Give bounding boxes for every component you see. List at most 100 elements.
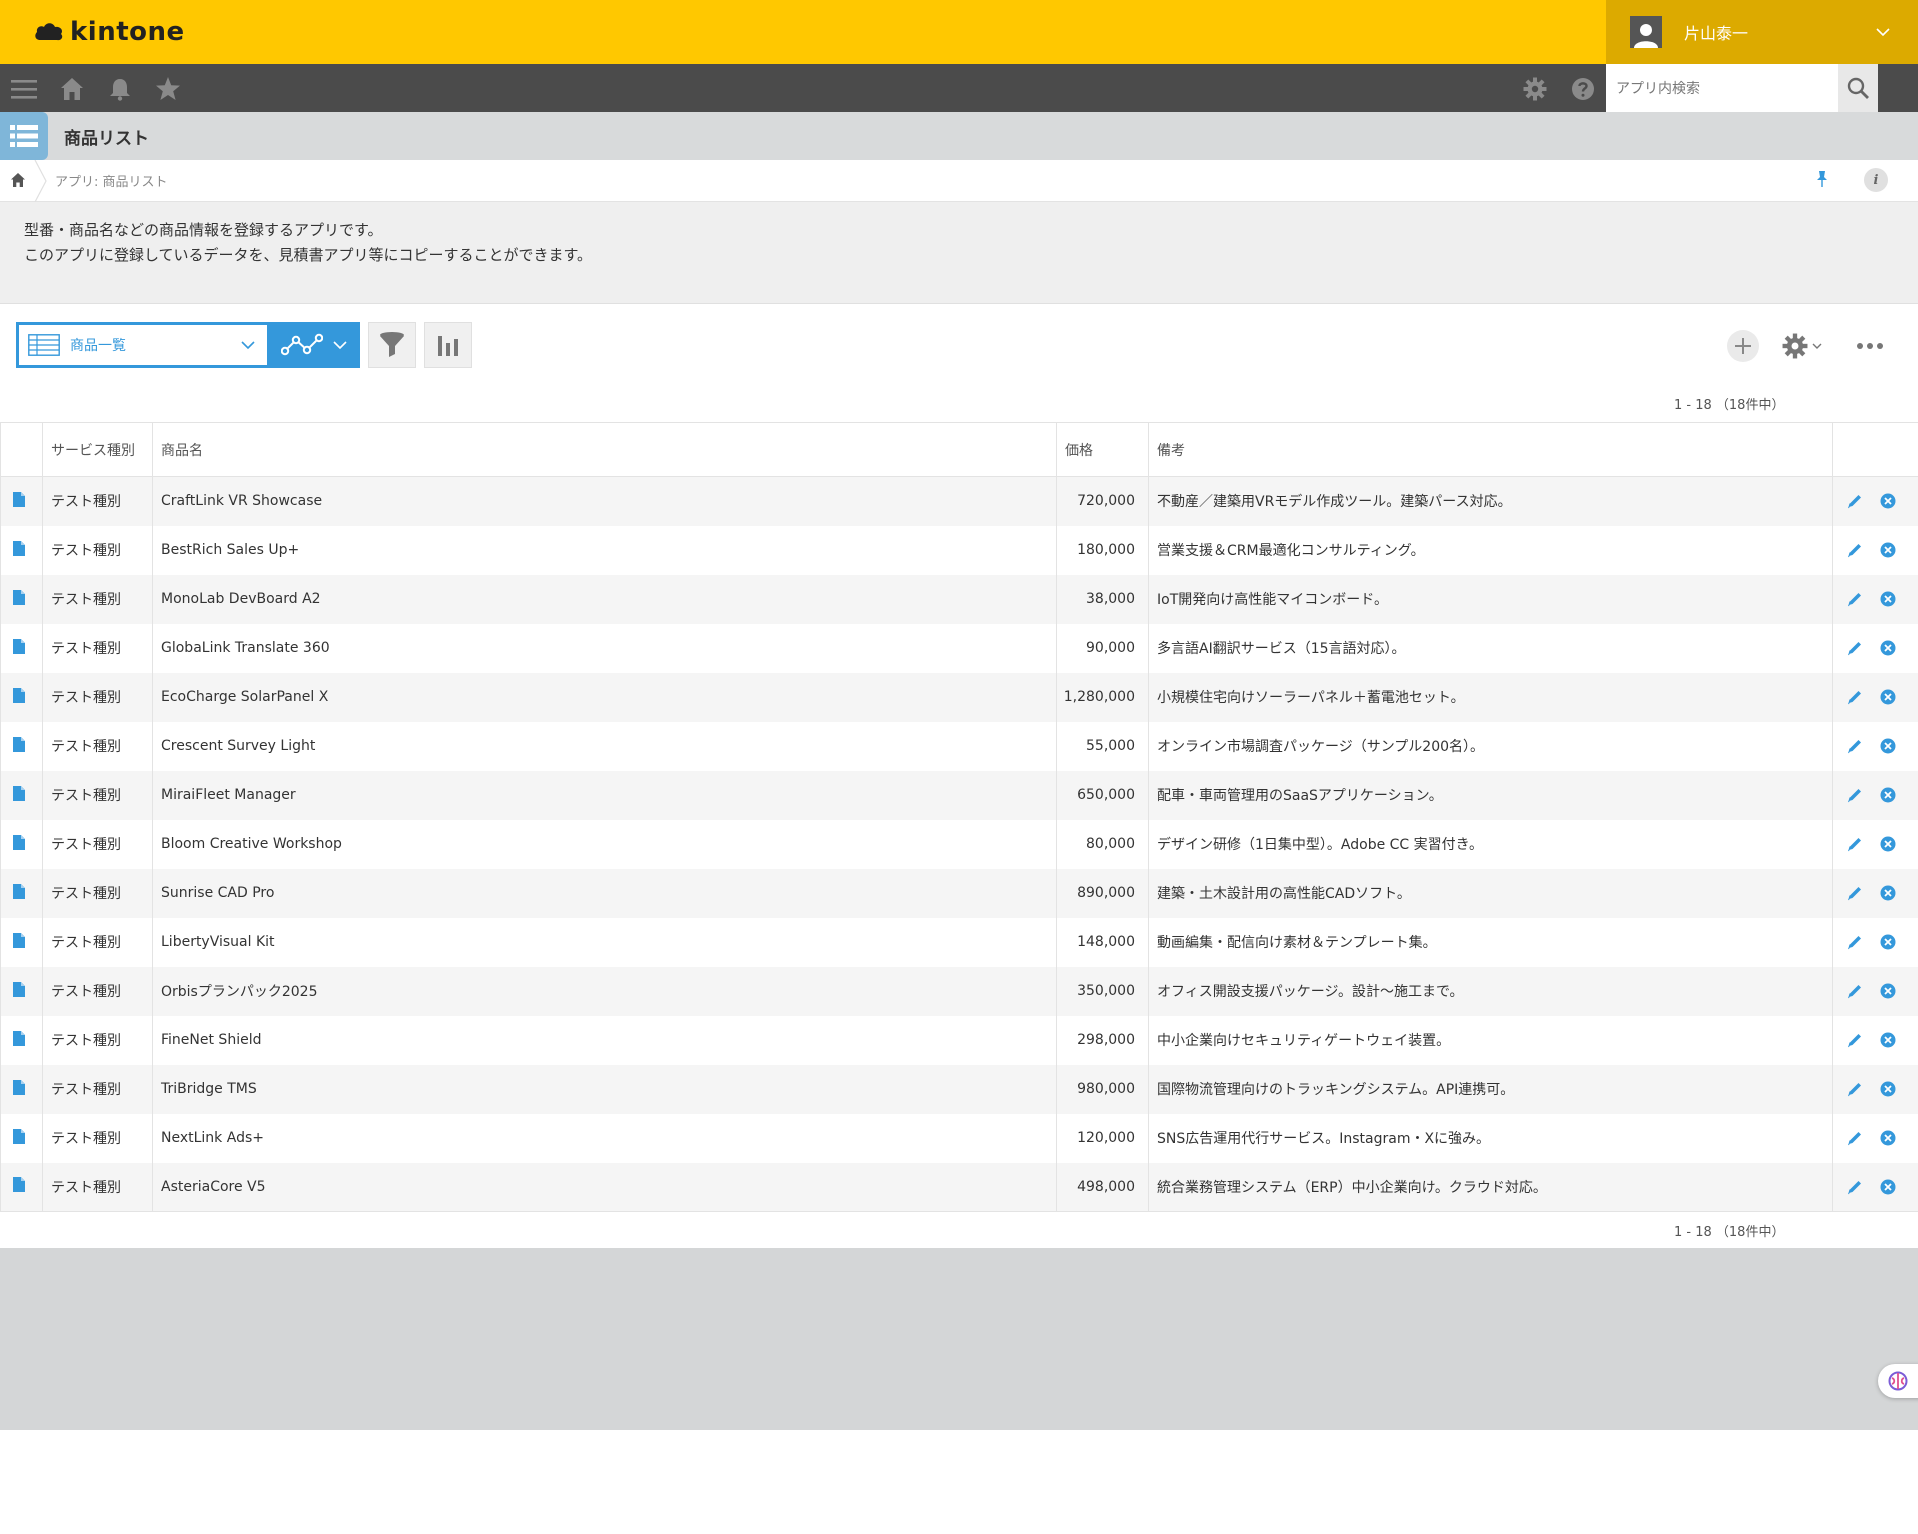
close-icon[interactable] xyxy=(1880,689,1896,705)
close-icon[interactable] xyxy=(1880,983,1896,999)
detail-cell[interactable] xyxy=(0,525,43,575)
search-button[interactable] xyxy=(1838,64,1878,112)
record-detail-icon[interactable] xyxy=(13,491,25,507)
breadcrumb-app-link[interactable]: アプリ: 商品リスト xyxy=(55,171,168,190)
assistant-button[interactable] xyxy=(1878,1364,1918,1398)
column-header-notes[interactable]: 備考 xyxy=(1148,422,1833,477)
pencil-icon[interactable] xyxy=(1847,591,1863,607)
pencil-icon[interactable] xyxy=(1847,885,1863,901)
close-icon[interactable] xyxy=(1880,591,1896,607)
close-icon[interactable] xyxy=(1880,1179,1896,1195)
pencil-icon[interactable] xyxy=(1847,1179,1863,1195)
column-header-product-name[interactable]: 商品名 xyxy=(152,422,1057,477)
detail-cell[interactable] xyxy=(0,770,43,820)
pencil-icon[interactable] xyxy=(1847,983,1863,999)
app-settings-button[interactable] xyxy=(1782,331,1830,361)
record-detail-icon[interactable] xyxy=(13,1030,25,1046)
graph-button[interactable] xyxy=(424,322,472,368)
price-cell: 148,000 xyxy=(1056,917,1149,967)
kintone-logo[interactable]: kintone xyxy=(34,14,185,50)
detail-cell[interactable] xyxy=(0,574,43,624)
detail-cell[interactable] xyxy=(0,966,43,1016)
service-type-cell: テスト種別 xyxy=(42,476,153,526)
detail-cell[interactable] xyxy=(0,1015,43,1065)
record-detail-icon[interactable] xyxy=(13,932,25,948)
record-detail-icon[interactable] xyxy=(13,1079,25,1095)
more-options-button[interactable] xyxy=(1857,334,1883,358)
price-cell: 350,000 xyxy=(1056,966,1149,1016)
record-detail-icon[interactable] xyxy=(13,589,25,605)
actions-cell xyxy=(1832,623,1918,673)
record-detail-icon[interactable] xyxy=(13,1128,25,1144)
record-detail-icon[interactable] xyxy=(13,687,25,703)
column-header-service-type[interactable]: サービス種別 xyxy=(42,422,153,477)
detail-cell[interactable] xyxy=(0,917,43,967)
record-detail-icon[interactable] xyxy=(13,1177,25,1193)
gear-icon[interactable] xyxy=(1522,76,1548,102)
close-icon[interactable] xyxy=(1880,836,1896,852)
record-detail-icon[interactable] xyxy=(13,981,25,997)
record-detail-icon[interactable] xyxy=(13,540,25,556)
pencil-icon[interactable] xyxy=(1847,493,1863,509)
detail-cell[interactable] xyxy=(0,672,43,722)
close-icon[interactable] xyxy=(1880,542,1896,558)
close-icon[interactable] xyxy=(1880,738,1896,754)
pencil-icon[interactable] xyxy=(1847,1032,1863,1048)
pencil-icon[interactable] xyxy=(1847,787,1863,803)
add-record-button[interactable] xyxy=(1727,330,1759,362)
detail-cell[interactable] xyxy=(0,1113,43,1163)
home-icon[interactable] xyxy=(59,76,85,102)
close-icon[interactable] xyxy=(1880,787,1896,803)
service-type-cell: テスト種別 xyxy=(42,574,153,624)
close-icon[interactable] xyxy=(1880,934,1896,950)
actions-cell xyxy=(1832,819,1918,869)
pencil-icon[interactable] xyxy=(1847,934,1863,950)
menu-icon[interactable] xyxy=(11,76,37,102)
app-list-icon[interactable] xyxy=(0,112,48,160)
detail-cell[interactable] xyxy=(0,868,43,918)
pencil-icon[interactable] xyxy=(1847,1130,1863,1146)
table-row: テスト種別 Crescent Survey Light 55,000 オンライン… xyxy=(0,721,1918,771)
star-icon[interactable] xyxy=(155,76,181,102)
close-icon[interactable] xyxy=(1880,1032,1896,1048)
pencil-icon[interactable] xyxy=(1847,738,1863,754)
graph-view-button[interactable] xyxy=(268,322,360,368)
column-header-price[interactable]: 価格 xyxy=(1056,422,1149,477)
detail-cell[interactable] xyxy=(0,721,43,771)
detail-cell[interactable] xyxy=(0,623,43,673)
pencil-icon[interactable] xyxy=(1847,542,1863,558)
user-menu[interactable]: 片山泰一 xyxy=(1606,0,1918,64)
bell-icon[interactable] xyxy=(107,76,133,102)
home-icon[interactable] xyxy=(10,172,26,188)
info-icon[interactable]: i xyxy=(1864,168,1888,192)
detail-cell[interactable] xyxy=(0,1162,43,1212)
record-detail-icon[interactable] xyxy=(13,883,25,899)
detail-cell[interactable] xyxy=(0,1064,43,1114)
actions-cell xyxy=(1832,868,1918,918)
close-icon[interactable] xyxy=(1880,1130,1896,1146)
close-icon[interactable] xyxy=(1880,640,1896,656)
pencil-icon[interactable] xyxy=(1847,640,1863,656)
pencil-icon[interactable] xyxy=(1847,836,1863,852)
dot xyxy=(1857,343,1863,349)
record-detail-icon[interactable] xyxy=(13,638,25,654)
product-name-cell: CraftLink VR Showcase xyxy=(152,476,1057,526)
record-detail-icon[interactable] xyxy=(13,834,25,850)
close-icon[interactable] xyxy=(1880,885,1896,901)
detail-cell[interactable] xyxy=(0,476,43,526)
record-detail-icon[interactable] xyxy=(13,736,25,752)
filter-button[interactable] xyxy=(368,322,416,368)
pencil-icon[interactable] xyxy=(1847,689,1863,705)
record-detail-icon[interactable] xyxy=(13,785,25,801)
pin-icon[interactable] xyxy=(1815,170,1829,188)
product-name-cell: EcoCharge SolarPanel X xyxy=(152,672,1057,722)
pencil-icon[interactable] xyxy=(1847,1081,1863,1097)
view-select[interactable]: 商品一覧 xyxy=(16,322,268,368)
product-name-cell: TriBridge TMS xyxy=(152,1064,1057,1114)
help-icon[interactable] xyxy=(1570,76,1596,102)
close-icon[interactable] xyxy=(1880,493,1896,509)
detail-cell[interactable] xyxy=(0,819,43,869)
table-row: テスト種別 LibertyVisual Kit 148,000 動画編集・配信向… xyxy=(0,917,1918,967)
app-search-input[interactable] xyxy=(1606,64,1838,112)
close-icon[interactable] xyxy=(1880,1081,1896,1097)
